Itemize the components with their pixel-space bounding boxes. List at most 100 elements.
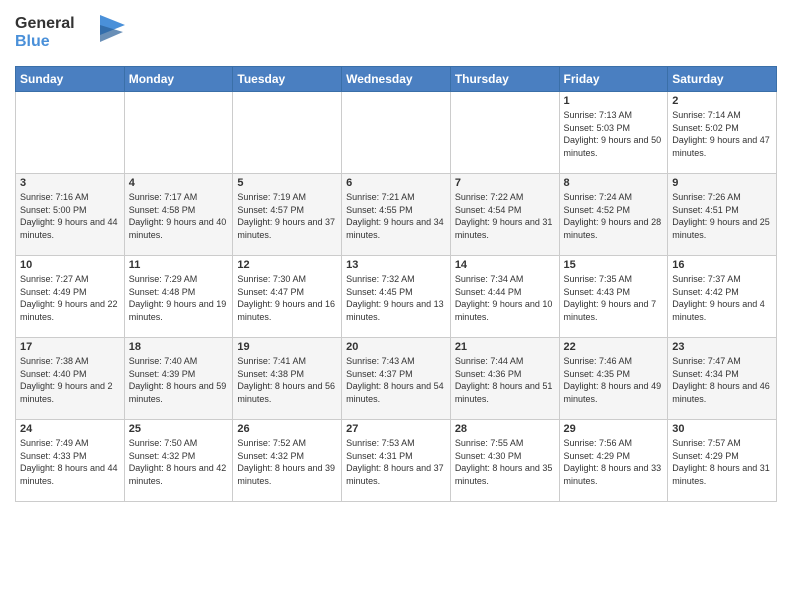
- week-row-0: 1 Sunrise: 7:13 AM Sunset: 5:03 PM Daylig…: [16, 92, 777, 174]
- day-info: Sunrise: 7:53 AM Sunset: 4:31 PM Dayligh…: [346, 437, 446, 487]
- day-info: Sunrise: 7:57 AM Sunset: 4:29 PM Dayligh…: [672, 437, 772, 487]
- calendar-cell: 10 Sunrise: 7:27 AM Sunset: 4:49 PM Dayli…: [16, 256, 125, 338]
- calendar-cell: 1 Sunrise: 7:13 AM Sunset: 5:03 PM Daylig…: [559, 92, 668, 174]
- day-info: Sunrise: 7:49 AM Sunset: 4:33 PM Dayligh…: [20, 437, 120, 487]
- day-info: Sunrise: 7:24 AM Sunset: 4:52 PM Dayligh…: [564, 191, 664, 241]
- day-info: Sunrise: 7:27 AM Sunset: 4:49 PM Dayligh…: [20, 273, 120, 323]
- day-number: 24: [20, 423, 120, 435]
- week-row-3: 17 Sunrise: 7:38 AM Sunset: 4:40 PM Dayli…: [16, 338, 777, 420]
- day-number: 2: [672, 95, 772, 107]
- day-info: Sunrise: 7:38 AM Sunset: 4:40 PM Dayligh…: [20, 355, 120, 405]
- day-number: 16: [672, 259, 772, 271]
- day-info: Sunrise: 7:21 AM Sunset: 4:55 PM Dayligh…: [346, 191, 446, 241]
- day-info: Sunrise: 7:41 AM Sunset: 4:38 PM Dayligh…: [237, 355, 337, 405]
- weekday-header-tuesday: Tuesday: [233, 67, 342, 92]
- day-number: 3: [20, 177, 120, 189]
- calendar-cell: 23 Sunrise: 7:47 AM Sunset: 4:34 PM Dayli…: [668, 338, 777, 420]
- calendar-cell: [16, 92, 125, 174]
- day-number: 26: [237, 423, 337, 435]
- weekday-header-monday: Monday: [124, 67, 233, 92]
- day-number: 1: [564, 95, 664, 107]
- calendar-cell: 30 Sunrise: 7:57 AM Sunset: 4:29 PM Dayli…: [668, 420, 777, 502]
- day-info: Sunrise: 7:13 AM Sunset: 5:03 PM Dayligh…: [564, 109, 664, 159]
- day-info: Sunrise: 7:17 AM Sunset: 4:58 PM Dayligh…: [129, 191, 229, 241]
- day-number: 17: [20, 341, 120, 353]
- day-info: Sunrise: 7:52 AM Sunset: 4:32 PM Dayligh…: [237, 437, 337, 487]
- day-info: Sunrise: 7:50 AM Sunset: 4:32 PM Dayligh…: [129, 437, 229, 487]
- calendar-cell: 15Sunrise: 7:35 AM Sunset: 4:43 PM Dayli…: [559, 256, 668, 338]
- calendar-cell: 12 Sunrise: 7:30 AM Sunset: 4:47 PM Dayli…: [233, 256, 342, 338]
- logo-text-block: General Blue: [15, 10, 125, 60]
- calendar-cell: 19 Sunrise: 7:41 AM Sunset: 4:38 PM Dayli…: [233, 338, 342, 420]
- calendar-table: SundayMondayTuesdayWednesdayThursdayFrid…: [15, 66, 777, 502]
- logo: General Blue: [15, 10, 125, 60]
- weekday-header-row: SundayMondayTuesdayWednesdayThursdayFrid…: [16, 67, 777, 92]
- day-info: Sunrise: 7:32 AM Sunset: 4:45 PM Dayligh…: [346, 273, 446, 323]
- day-number: 8: [564, 177, 664, 189]
- calendar-cell: 7 Sunrise: 7:22 AM Sunset: 4:54 PM Daylig…: [450, 174, 559, 256]
- day-number: 19: [237, 341, 337, 353]
- day-number: 27: [346, 423, 446, 435]
- calendar-cell: 25Sunrise: 7:50 AM Sunset: 4:32 PM Dayli…: [124, 420, 233, 502]
- calendar-cell: 29Sunrise: 7:56 AM Sunset: 4:29 PM Dayli…: [559, 420, 668, 502]
- day-number: 22: [564, 341, 664, 353]
- calendar-cell: [124, 92, 233, 174]
- calendar-cell: 11Sunrise: 7:29 AM Sunset: 4:48 PM Dayli…: [124, 256, 233, 338]
- calendar-cell: 13 Sunrise: 7:32 AM Sunset: 4:45 PM Dayli…: [342, 256, 451, 338]
- weekday-header-thursday: Thursday: [450, 67, 559, 92]
- day-info: Sunrise: 7:29 AM Sunset: 4:48 PM Dayligh…: [129, 273, 229, 323]
- svg-text:Blue: Blue: [15, 33, 50, 50]
- day-number: 5: [237, 177, 337, 189]
- day-info: Sunrise: 7:26 AM Sunset: 4:51 PM Dayligh…: [672, 191, 772, 241]
- calendar-cell: 8 Sunrise: 7:24 AM Sunset: 4:52 PM Daylig…: [559, 174, 668, 256]
- day-number: 30: [672, 423, 772, 435]
- day-number: 18: [129, 341, 229, 353]
- day-info: Sunrise: 7:43 AM Sunset: 4:37 PM Dayligh…: [346, 355, 446, 405]
- calendar-cell: 21 Sunrise: 7:44 AM Sunset: 4:36 PM Dayli…: [450, 338, 559, 420]
- day-number: 7: [455, 177, 555, 189]
- week-row-4: 24 Sunrise: 7:49 AM Sunset: 4:33 PM Dayli…: [16, 420, 777, 502]
- calendar-cell: 2 Sunrise: 7:14 AM Sunset: 5:02 PM Daylig…: [668, 92, 777, 174]
- day-info: Sunrise: 7:19 AM Sunset: 4:57 PM Dayligh…: [237, 191, 337, 241]
- calendar-cell: 27 Sunrise: 7:53 AM Sunset: 4:31 PM Dayli…: [342, 420, 451, 502]
- day-number: 29: [564, 423, 664, 435]
- weekday-header-saturday: Saturday: [668, 67, 777, 92]
- day-info: Sunrise: 7:46 AM Sunset: 4:35 PM Dayligh…: [564, 355, 664, 405]
- day-number: 28: [455, 423, 555, 435]
- day-info: Sunrise: 7:22 AM Sunset: 4:54 PM Dayligh…: [455, 191, 555, 241]
- day-info: Sunrise: 7:16 AM Sunset: 5:00 PM Dayligh…: [20, 191, 120, 241]
- day-number: 9: [672, 177, 772, 189]
- calendar-cell: 28 Sunrise: 7:55 AM Sunset: 4:30 PM Dayli…: [450, 420, 559, 502]
- weekday-header-wednesday: Wednesday: [342, 67, 451, 92]
- day-info: Sunrise: 7:14 AM Sunset: 5:02 PM Dayligh…: [672, 109, 772, 159]
- logo-svg: General Blue: [15, 10, 125, 55]
- calendar-cell: 9 Sunrise: 7:26 AM Sunset: 4:51 PM Daylig…: [668, 174, 777, 256]
- day-number: 20: [346, 341, 446, 353]
- day-info: Sunrise: 7:30 AM Sunset: 4:47 PM Dayligh…: [237, 273, 337, 323]
- day-info: Sunrise: 7:55 AM Sunset: 4:30 PM Dayligh…: [455, 437, 555, 487]
- day-number: 6: [346, 177, 446, 189]
- day-info: Sunrise: 7:47 AM Sunset: 4:34 PM Dayligh…: [672, 355, 772, 405]
- calendar-cell: 24 Sunrise: 7:49 AM Sunset: 4:33 PM Dayli…: [16, 420, 125, 502]
- page-container: General Blue SundayMondayTuesdayWednesda…: [0, 0, 792, 612]
- calendar-cell: 26 Sunrise: 7:52 AM Sunset: 4:32 PM Dayli…: [233, 420, 342, 502]
- calendar-cell: [342, 92, 451, 174]
- weekday-header-sunday: Sunday: [16, 67, 125, 92]
- day-number: 15: [564, 259, 664, 271]
- calendar-cell: 20 Sunrise: 7:43 AM Sunset: 4:37 PM Dayli…: [342, 338, 451, 420]
- calendar-cell: 18Sunrise: 7:40 AM Sunset: 4:39 PM Dayli…: [124, 338, 233, 420]
- calendar-cell: 17 Sunrise: 7:38 AM Sunset: 4:40 PM Dayli…: [16, 338, 125, 420]
- day-info: Sunrise: 7:44 AM Sunset: 4:36 PM Dayligh…: [455, 355, 555, 405]
- calendar-cell: [233, 92, 342, 174]
- day-number: 4: [129, 177, 229, 189]
- calendar-cell: 4 Sunrise: 7:17 AM Sunset: 4:58 PM Daylig…: [124, 174, 233, 256]
- day-info: Sunrise: 7:37 AM Sunset: 4:42 PM Dayligh…: [672, 273, 772, 323]
- day-number: 21: [455, 341, 555, 353]
- calendar-cell: 5 Sunrise: 7:19 AM Sunset: 4:57 PM Daylig…: [233, 174, 342, 256]
- day-number: 13: [346, 259, 446, 271]
- calendar-cell: [450, 92, 559, 174]
- day-number: 12: [237, 259, 337, 271]
- day-number: 10: [20, 259, 120, 271]
- day-number: 23: [672, 341, 772, 353]
- calendar-cell: 14Sunrise: 7:34 AM Sunset: 4:44 PM Dayli…: [450, 256, 559, 338]
